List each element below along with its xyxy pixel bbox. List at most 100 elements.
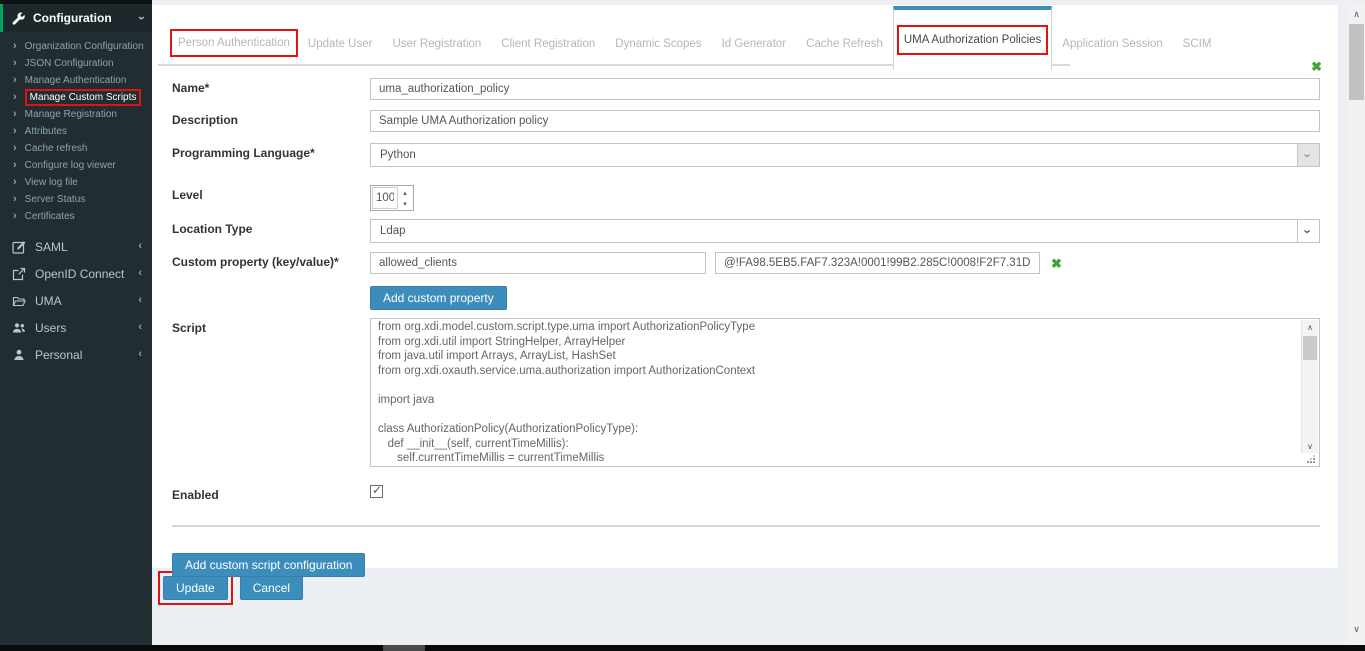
name-label: Name* <box>172 78 370 100</box>
sidebar-item-cache-refresh[interactable]: › Cache refresh <box>0 140 152 157</box>
sidebar-item-json-configuration[interactable]: › JSON Configuration <box>0 55 152 72</box>
content-panel: Person Authentication Update User User R… <box>152 5 1338 568</box>
sidebar-item-manage-custom-scripts[interactable]: › Manage Custom Scripts <box>0 89 152 106</box>
tab-scim[interactable]: SCIM <box>1173 38 1222 50</box>
page-vertical-scrollbar[interactable]: ∧ ∨ <box>1348 4 1365 645</box>
sidebar-item-label: Organization Configuration <box>25 41 144 52</box>
sidebar-item-attributes[interactable]: › Attributes <box>0 123 152 140</box>
script-scrollbar[interactable]: ∧ ∨ <box>1301 320 1318 453</box>
sidebar-item-users[interactable]: Users ‹ <box>0 314 152 341</box>
sidebar-item-uma[interactable]: UMA ‹ <box>0 287 152 314</box>
sidebar-item-label: Manage Custom Scripts <box>30 92 137 103</box>
sidebar-item-label: Manage Registration <box>25 109 117 120</box>
wrench-icon <box>12 12 25 25</box>
page-horizontal-scrollbar[interactable] <box>0 645 1365 651</box>
horizontal-scrollbar-thumb[interactable] <box>383 645 425 651</box>
add-custom-property-button[interactable]: Add custom property <box>370 286 507 310</box>
chevron-right-icon: › <box>13 75 17 86</box>
custom-property-label: Custom property (key/value)* <box>172 252 370 274</box>
enabled-checkbox[interactable] <box>370 485 383 498</box>
resize-grip[interactable] <box>1307 454 1316 463</box>
tab-application-session[interactable]: Application Session <box>1052 38 1172 50</box>
tab-id-generator[interactable]: Id Generator <box>712 38 797 50</box>
description-label: Description <box>172 110 370 132</box>
spin-down-icon[interactable]: ▾ <box>398 198 412 209</box>
sidebar-item-certificates[interactable]: › Certificates <box>0 208 152 225</box>
sidebar-item-manage-registration[interactable]: › Manage Registration <box>0 106 152 123</box>
sidebar-item-configure-log-viewer[interactable]: › Configure log viewer <box>0 157 152 174</box>
tab-person-authentication[interactable]: Person Authentication <box>170 29 298 57</box>
sidebar-header-label: Configuration <box>33 11 132 25</box>
sidebar-item-label: Cache refresh <box>25 143 88 154</box>
chevron-right-icon: › <box>13 143 17 154</box>
sidebar-item-label: Attributes <box>25 126 67 137</box>
location-type-select[interactable]: Ldap › <box>370 219 1320 243</box>
custom-property-key-input[interactable] <box>370 252 706 274</box>
tab-uma-authorization-policies[interactable]: UMA Authorization Policies <box>893 6 1052 70</box>
custom-property-value-input[interactable] <box>715 252 1040 274</box>
sidebar-item-openid-connect[interactable]: OpenID Connect ‹ <box>0 260 152 287</box>
sidebar: Configuration › › Organization Configura… <box>0 0 152 645</box>
update-button[interactable]: Update <box>163 576 228 600</box>
sidebar-item-manage-authentication[interactable]: › Manage Authentication <box>0 72 152 89</box>
chevron-right-icon: › <box>13 41 17 52</box>
description-input[interactable] <box>370 110 1320 132</box>
add-custom-script-configuration-button[interactable]: Add custom script configuration <box>172 553 365 577</box>
chevron-right-icon: › <box>13 177 17 188</box>
chevron-right-icon: › <box>13 160 17 171</box>
sidebar-item-configuration[interactable]: Configuration › <box>0 4 152 32</box>
programming-language-select[interactable]: Python › <box>370 143 1320 167</box>
main-content: Person Authentication Update User User R… <box>152 0 1365 645</box>
tab-dynamic-scopes[interactable]: Dynamic Scopes <box>605 38 711 50</box>
sidebar-item-label: Server Status <box>25 194 86 205</box>
chevron-down-icon: › <box>136 16 148 20</box>
remove-script-icon[interactable]: ✖ <box>1311 60 1322 73</box>
dropdown-button[interactable]: › <box>1297 220 1319 242</box>
users-icon <box>12 321 26 335</box>
level-spin-buttons: ▴ ▾ <box>398 187 412 209</box>
chevron-right-icon: › <box>13 194 17 205</box>
tab-update-user[interactable]: Update User <box>298 38 383 50</box>
name-input[interactable] <box>370 78 1320 100</box>
sidebar-item-label: Configure log viewer <box>25 160 116 171</box>
chevron-left-icon: ‹ <box>138 349 142 360</box>
chevron-left-icon: ‹ <box>138 322 142 333</box>
location-type-label: Location Type <box>172 219 370 243</box>
tab-bar: Person Authentication Update User User R… <box>158 5 1070 66</box>
dropdown-button[interactable]: › <box>1297 144 1319 166</box>
sidebar-item-organization-configuration[interactable]: › Organization Configuration <box>0 38 152 55</box>
script-editor: from org.xdi.model.custom.script.type.um… <box>370 318 1320 467</box>
folder-open-icon <box>12 294 26 308</box>
scroll-up-icon[interactable]: ∧ <box>1302 320 1318 334</box>
script-textarea[interactable]: from org.xdi.model.custom.script.type.um… <box>371 319 1319 466</box>
tab-user-registration[interactable]: User Registration <box>382 38 491 50</box>
tab-cache-refresh[interactable]: Cache Refresh <box>796 38 893 50</box>
scroll-down-icon[interactable]: ∨ <box>1348 621 1365 637</box>
cancel-button[interactable]: Cancel <box>240 576 303 600</box>
sidebar-item-server-status[interactable]: › Server Status <box>0 191 152 208</box>
scroll-up-icon[interactable]: ∧ <box>1348 6 1365 22</box>
sidebar-item-label: OpenID Connect <box>35 267 129 281</box>
user-icon <box>12 348 26 362</box>
chevron-left-icon: ‹ <box>138 295 142 306</box>
annotation-red-box: UMA Authorization Policies <box>897 25 1048 55</box>
sidebar-item-saml[interactable]: SAML ‹ <box>0 233 152 260</box>
programming-language-value: Python <box>380 149 416 161</box>
tab-client-registration[interactable]: Client Registration <box>491 38 605 50</box>
sidebar-item-view-log-file[interactable]: › View log file <box>0 174 152 191</box>
page-scrollbar-thumb[interactable] <box>1349 24 1364 100</box>
scroll-down-icon[interactable]: ∨ <box>1302 439 1318 453</box>
chevron-down-icon: › <box>1302 229 1315 233</box>
configuration-submenu: › Organization Configuration › JSON Conf… <box>0 38 152 225</box>
script-scrollbar-thumb[interactable] <box>1303 336 1317 360</box>
divider <box>172 525 1320 527</box>
remove-property-icon[interactable]: ✖ <box>1051 257 1062 270</box>
sidebar-item-label: Personal <box>35 348 129 362</box>
spin-up-icon[interactable]: ▴ <box>398 187 412 198</box>
level-input[interactable] <box>372 187 398 209</box>
sidebar-item-label: View log file <box>25 177 78 188</box>
sidebar-item-personal[interactable]: Personal ‹ <box>0 341 152 368</box>
script-label: Script <box>172 318 370 467</box>
chevron-left-icon: ‹ <box>138 241 142 252</box>
sidebar-main-menu: SAML ‹ OpenID Connect ‹ UMA ‹ Users ‹ Pe <box>0 233 152 368</box>
